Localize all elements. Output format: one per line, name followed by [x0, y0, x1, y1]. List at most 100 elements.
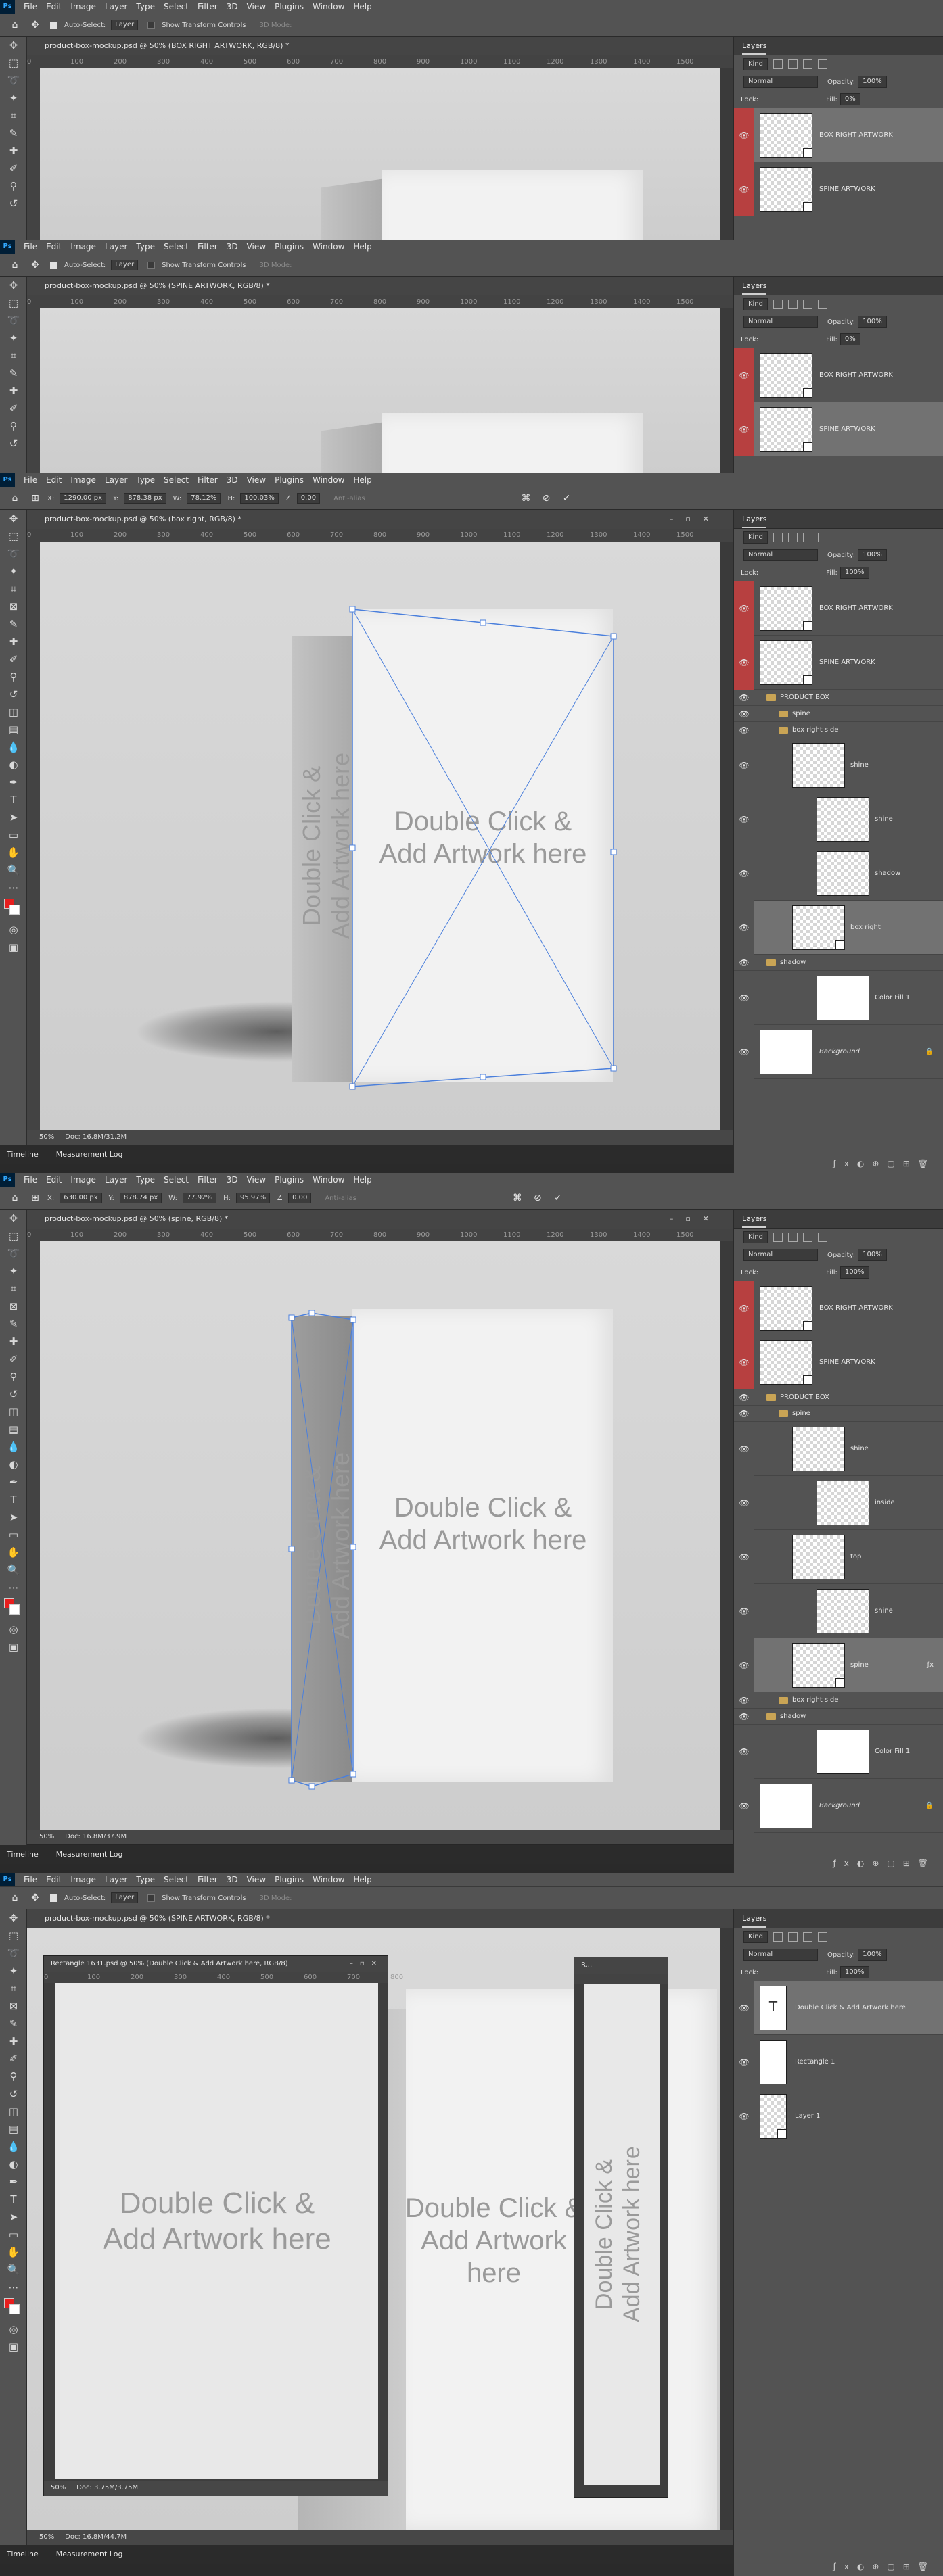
filter-shape-icon[interactable]	[818, 59, 828, 69]
brush-icon[interactable]: ✐	[0, 650, 27, 668]
move-icon[interactable]: ✥	[30, 20, 41, 30]
sub-document-window-2[interactable]: R... Double Click & Add Artwork here	[574, 1957, 668, 2498]
layer-rectangle-1[interactable]: 👁 Rectangle 1	[734, 2035, 943, 2089]
blend-mode-dropdown[interactable]: Normal	[743, 76, 818, 88]
marquee-icon[interactable]: ⬚	[0, 1927, 27, 1945]
healing-icon[interactable]: ✚	[0, 633, 27, 650]
history-brush-icon[interactable]: ↺	[0, 2085, 27, 2103]
menu-layer[interactable]: Layer	[105, 2, 127, 11]
layer-spine-artwork[interactable]: 👁 SPINE ARTWORK	[734, 1335, 943, 1389]
sub-document-tab[interactable]: Rectangle 1631.psd @ 50% (Double Click &…	[44, 1956, 388, 1972]
home-icon[interactable]: ⌂	[9, 493, 20, 504]
menu-view[interactable]: View	[247, 2, 266, 11]
gradient-icon[interactable]: ▤	[0, 721, 27, 738]
crop-icon[interactable]: ⌗	[0, 1280, 27, 1297]
healing-icon[interactable]: ✚	[0, 382, 27, 400]
eye-icon[interactable]: 👁	[734, 162, 754, 216]
layer-shine-2[interactable]: 👁 shine	[734, 792, 943, 846]
layer-background[interactable]: 👁 Background 🔒	[734, 1025, 943, 1079]
move-icon[interactable]: ✥	[0, 1210, 27, 1227]
h-field[interactable]: 95.97%	[235, 1193, 271, 1203]
h-field[interactable]: 100.03%	[240, 493, 279, 504]
eye-icon[interactable]: 👁	[734, 402, 754, 456]
layer-spine-artwork[interactable]: 👁 SPINE ARTWORK	[734, 636, 943, 690]
layers-tab[interactable]: Layers	[742, 41, 767, 55]
canvas[interactable]: Double Click & Add Artwork here Double Cl…	[40, 542, 720, 1130]
menu-image[interactable]: Image	[70, 2, 96, 11]
layer-shadow[interactable]: 👁 shadow	[734, 846, 943, 901]
fill-field[interactable]: 0%	[840, 93, 860, 105]
menu-window[interactable]: Window	[313, 2, 344, 11]
color-swatches[interactable]	[0, 2296, 27, 2320]
blur-icon[interactable]: 💧	[0, 738, 27, 756]
document-tab[interactable]: product-box-mockup.psd @ 50% (SPINE ARTW…	[27, 1909, 733, 1928]
layer-top[interactable]: 👁 top	[734, 1530, 943, 1584]
stamp-icon[interactable]: ⚲	[0, 1368, 27, 1385]
menu-select[interactable]: Select	[164, 2, 189, 11]
w-field[interactable]: 78.12%	[187, 493, 221, 504]
lasso-icon[interactable]: ➰	[0, 72, 27, 89]
transform-controls-checkbox[interactable]	[147, 21, 156, 29]
layer-box-right-artwork[interactable]: 👁 BOX RIGHT ARTWORK	[734, 108, 943, 162]
quick-mask-icon[interactable]: ◎	[0, 1621, 27, 1638]
crop-icon[interactable]: ⌗	[0, 347, 27, 364]
magic-wand-icon[interactable]: ✦	[0, 1262, 27, 1280]
y-field[interactable]: 878.74 px	[119, 1193, 162, 1203]
eraser-icon[interactable]: ◫	[0, 703, 27, 721]
zoom-icon[interactable]: 🔍	[0, 2261, 27, 2279]
screen-mode-icon[interactable]: ▣	[0, 938, 27, 956]
history-brush-icon[interactable]: ↺	[0, 195, 27, 212]
check-icon[interactable]: ✓	[561, 493, 572, 504]
stamp-icon[interactable]: ⚲	[0, 668, 27, 686]
history-brush-icon[interactable]: ↺	[0, 686, 27, 703]
filter-adjust-icon[interactable]	[788, 59, 798, 69]
menu-filter[interactable]: Filter	[198, 2, 218, 11]
hand-icon[interactable]: ✋	[0, 844, 27, 861]
quick-mask-icon[interactable]: ◎	[0, 2320, 27, 2338]
cancel-icon[interactable]: ⊘	[532, 1193, 543, 1203]
auto-select-checkbox[interactable]	[50, 261, 58, 269]
shape-icon[interactable]: ▭	[0, 826, 27, 844]
lasso-icon[interactable]: ➰	[0, 1245, 27, 1262]
brush-icon[interactable]: ✐	[0, 160, 27, 177]
screen-mode-icon[interactable]: ▣	[0, 1638, 27, 1656]
layer-layer-1[interactable]: 👁 Layer 1	[734, 2089, 943, 2143]
healing-icon[interactable]: ✚	[0, 2032, 27, 2050]
group-shadow[interactable]: 👁 shadow	[734, 955, 943, 971]
w-field[interactable]: 77.92%	[182, 1193, 217, 1203]
fx-icon[interactable]: ƒx	[833, 1159, 857, 1168]
marquee-icon[interactable]: ⬚	[0, 1227, 27, 1245]
menu-help[interactable]: Help	[353, 2, 371, 11]
eyedropper-icon[interactable]: ✎	[0, 364, 27, 382]
layer-color-fill[interactable]: 👁 Color Fill 1	[734, 971, 943, 1025]
stamp-icon[interactable]: ⚲	[0, 177, 27, 195]
canvas[interactable]: Double Click & Add Artwork here Double Cl…	[40, 1241, 720, 1830]
marquee-icon[interactable]: ⬚	[0, 54, 27, 72]
document-tab[interactable]: product-box-mockup.psd @ 50% (BOX RIGHT …	[27, 37, 733, 55]
pen-icon[interactable]: ✒	[0, 1473, 27, 1491]
shape-icon[interactable]: ▭	[0, 2226, 27, 2243]
gradient-icon[interactable]: ▤	[0, 2120, 27, 2138]
auto-select-dropdown[interactable]: Layer	[111, 20, 139, 30]
color-swatches[interactable]	[0, 1596, 27, 1621]
group-spine[interactable]: 👁 spine	[734, 1406, 943, 1422]
layer-box-right-artwork[interactable]: 👁 BOX RIGHT ARTWORK	[734, 581, 943, 636]
transform-bounding-box[interactable]	[40, 542, 720, 1130]
eye-icon[interactable]: 👁	[734, 108, 754, 162]
x-field[interactable]: 630.00 px	[60, 1193, 102, 1203]
sub-canvas-2[interactable]: Double Click & Add Artwork here	[584, 1984, 660, 2485]
edit-toolbar-icon[interactable]: ⋯	[0, 2279, 27, 2296]
path-select-icon[interactable]: ➤	[0, 809, 27, 826]
magic-wand-icon[interactable]: ✦	[0, 89, 27, 107]
menu-file[interactable]: File	[24, 2, 37, 11]
home-icon[interactable]: ⌂	[9, 20, 20, 30]
layer-spine-artwork[interactable]: 👁 SPINE ARTWORK	[734, 162, 943, 216]
move-icon[interactable]: ✥	[0, 510, 27, 527]
home-icon[interactable]: ⌂	[9, 260, 20, 270]
group-spine[interactable]: 👁 spine	[734, 706, 943, 722]
group-box-right-side[interactable]: 👁 box right side	[734, 722, 943, 738]
group-box-right-side[interactable]: 👁 box right side	[734, 1692, 943, 1709]
stamp-icon[interactable]: ⚲	[0, 417, 27, 435]
eye-icon[interactable]: 👁	[734, 348, 754, 402]
kind-filter[interactable]: Kind	[743, 58, 768, 70]
